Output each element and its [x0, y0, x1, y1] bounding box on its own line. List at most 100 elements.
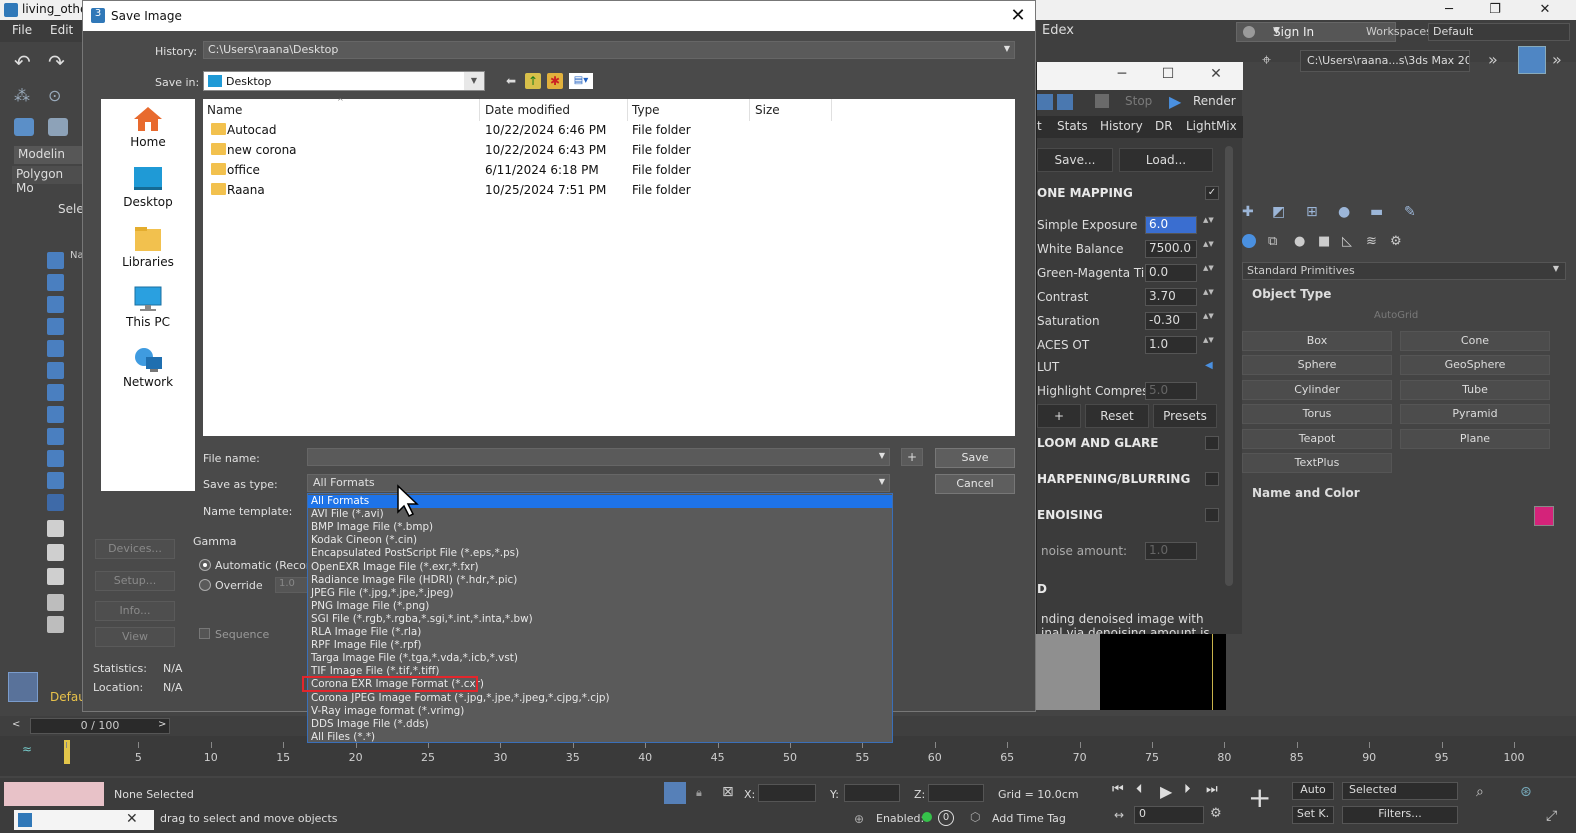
vfb-plus-button[interactable]: + [1037, 404, 1081, 428]
page-tool-icon[interactable] [47, 520, 64, 537]
history-dropdown[interactable]: C:\Users\raana\Desktop ▼ [203, 41, 1015, 59]
zoom-fit-icon[interactable] [1057, 94, 1073, 110]
type-option[interactable]: Radiance Image File (HDRI) (*.hdr,*.pic) [308, 574, 892, 587]
frame-counter[interactable]: 0 / 100 [30, 718, 170, 734]
vfb-close-button[interactable]: ✕ [1201, 66, 1231, 82]
expand-icon[interactable]: » [1552, 50, 1562, 69]
increment-filename-button[interactable]: + [901, 448, 923, 466]
display-icon[interactable]: ▬ [1370, 204, 1388, 220]
type-option[interactable]: DDS Image File (*.dds) [308, 718, 892, 731]
primitive-button[interactable]: TextPlus [1242, 453, 1392, 473]
cameras-icon[interactable]: ■ [1318, 234, 1330, 249]
menu-edit[interactable]: Edit [50, 23, 73, 37]
save-file-icon[interactable] [1518, 46, 1546, 74]
info-button[interactable]: Info... [95, 601, 175, 621]
primitive-button[interactable]: Torus [1242, 404, 1392, 424]
type-option[interactable]: BMP Image File (*.bmp) [308, 521, 892, 534]
menu-file[interactable]: File [12, 23, 32, 37]
systems-tool-icon[interactable] [47, 384, 64, 401]
column-type-header[interactable]: Type [632, 103, 660, 117]
file-row[interactable]: office 6/11/2024 6:18 PM File folder [203, 161, 1015, 181]
file-row[interactable]: new corona 10/22/2024 6:43 PM File folde… [203, 141, 1015, 161]
place-libraries[interactable]: Libraries [101, 225, 195, 269]
ribbon-polygon-tab[interactable]: Polygon Mo [12, 166, 82, 195]
type-option[interactable]: OpenEXR Image File (*.exr,*.fxr) [308, 561, 892, 574]
maxscript-listener[interactable] [4, 782, 104, 806]
render-button[interactable]: Render [1193, 94, 1236, 108]
column-separator[interactable] [749, 99, 750, 121]
tab-lightmix[interactable]: LightMix [1186, 119, 1237, 133]
prop-value[interactable]: 6.0 [1145, 216, 1197, 234]
next-frame-icon[interactable]: > [158, 719, 166, 730]
tone-mapping-checkbox[interactable]: ✓ [1205, 186, 1219, 200]
vfb-maximize-button[interactable]: ☐ [1153, 66, 1183, 82]
eye-tool-icon[interactable] [47, 406, 64, 423]
close-icon[interactable]: ✕ [126, 811, 138, 827]
primitive-button[interactable]: Teapot [1242, 429, 1392, 449]
denoise-amount-value[interactable]: 1.0 [1145, 542, 1197, 560]
save-button[interactable]: Save [935, 448, 1015, 468]
bloom-checkbox[interactable] [1205, 436, 1219, 450]
stop-button[interactable]: Stop [1125, 94, 1152, 108]
helpers-icon[interactable]: ◺ [1342, 234, 1352, 249]
sphere-tool-icon[interactable] [47, 252, 64, 269]
lights-icon[interactable]: ● [1294, 234, 1305, 249]
bind-icon[interactable] [14, 118, 34, 136]
column-date-header[interactable]: Date modified [485, 103, 570, 117]
key-mode-icon[interactable]: ↔ [1114, 808, 1124, 822]
file-row[interactable]: Autocad 10/22/2024 6:46 PM File folder [203, 121, 1015, 141]
minimize-button[interactable]: ─ [1426, 0, 1472, 20]
display-tool-icon[interactable] [47, 450, 64, 467]
z-coordinate-field[interactable] [928, 784, 984, 802]
camera-tool-icon[interactable] [47, 318, 64, 335]
lock-icon[interactable]: 🔒︎ [696, 786, 702, 800]
tab-partial[interactable]: t [1037, 119, 1042, 133]
column-separator[interactable] [831, 99, 832, 121]
place-this-pc[interactable]: This PC [101, 285, 195, 329]
spinner-icon[interactable]: ▲▼ [1203, 264, 1214, 282]
lut-arrow-icon[interactable]: ◀ [1205, 360, 1213, 371]
autogrid-checkbox[interactable]: AutoGrid [1374, 310, 1418, 321]
redo-icon[interactable]: ↷ [48, 50, 68, 74]
vfb-scrollbar[interactable] [1225, 146, 1233, 586]
type-option[interactable]: Kodak Cineon (*.cin) [308, 534, 892, 547]
prev-frame-icon[interactable]: < [12, 719, 20, 730]
spinner-icon[interactable]: ▲▼ [1203, 288, 1214, 306]
maximize-viewport-icon[interactable]: ⤢ [1546, 808, 1557, 824]
absolute-mode-icon[interactable]: ⊠ [722, 784, 734, 800]
curve-editor-icon[interactable]: ≈ [22, 742, 32, 756]
set-key-button[interactable]: Set K. [1292, 806, 1334, 824]
workspaces-dropdown[interactable]: Default [1428, 23, 1570, 41]
gamma-override-radio[interactable] [199, 579, 211, 591]
orbit-nav-icon[interactable]: ⊛ [1520, 784, 1532, 800]
utilities-icon[interactable]: ✎ [1404, 204, 1422, 220]
column-separator[interactable] [479, 99, 480, 121]
x-coordinate-field[interactable] [758, 784, 816, 802]
setup-button[interactable]: Setup... [95, 571, 175, 591]
primitive-button[interactable]: GeoSphere [1400, 355, 1550, 375]
adaptive-degradation-icon[interactable]: ⊕ [854, 812, 864, 826]
modify-icon[interactable]: ◩ [1272, 204, 1290, 220]
spinner-icon[interactable]: ▲▼ [1203, 336, 1214, 354]
current-frame-field[interactable]: 0 [1134, 806, 1204, 824]
taskbar-item[interactable]: ✕ [14, 810, 154, 830]
type-option[interactable]: JPEG File (*.jpg,*.jpe,*.jpeg) [308, 587, 892, 600]
shapes-icon[interactable]: ⧉ [1268, 234, 1277, 249]
sharpening-checkbox[interactable] [1205, 472, 1219, 486]
geometry-icon[interactable] [1242, 234, 1256, 248]
place-desktop[interactable]: Desktop [101, 165, 195, 209]
prop-value[interactable]: 7500.0 [1145, 240, 1197, 258]
spinner-icon[interactable]: ▲▼ [1203, 312, 1214, 330]
funnel-tool-icon[interactable] [47, 616, 64, 633]
gamma-automatic-radio[interactable] [199, 559, 211, 571]
systems-icon[interactable]: ⚙ [1390, 234, 1402, 249]
denoising-checkbox[interactable] [1205, 508, 1219, 522]
selected-dropdown[interactable]: Selected [1342, 782, 1458, 800]
undo-icon[interactable]: ↶ [14, 50, 34, 74]
type-option[interactable]: Encapsulated PostScript File (*.eps,*.ps… [308, 547, 892, 560]
zoom-nav-icon[interactable]: ⌕ [1476, 784, 1484, 800]
render-play-icon[interactable]: ▶ [1169, 92, 1181, 111]
close-app-button[interactable]: ✕ [1522, 0, 1568, 20]
create-icon[interactable]: ✚ [1242, 204, 1260, 220]
prop-value[interactable]: 3.70 [1145, 288, 1197, 306]
